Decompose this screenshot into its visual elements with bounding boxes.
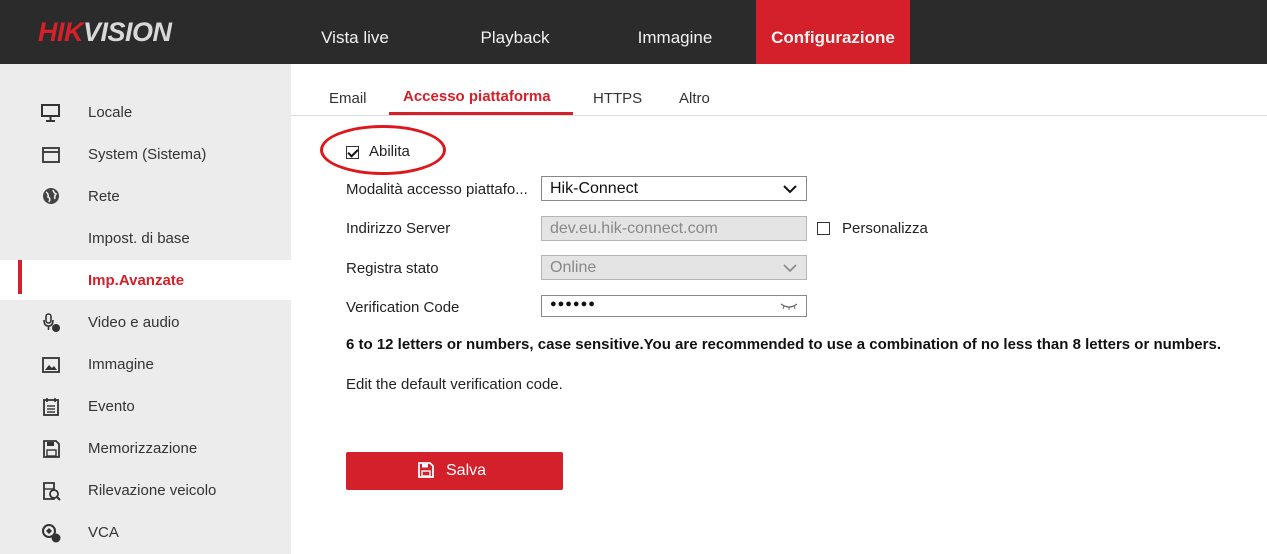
nav-vista-live[interactable]: Vista live — [300, 0, 410, 64]
save-button[interactable]: Salva — [346, 452, 563, 490]
tab-https[interactable]: HTTPS — [593, 90, 642, 107]
window-icon — [42, 147, 60, 163]
tab-accesso-piattaforma[interactable]: Accesso piattaforma — [403, 88, 551, 105]
calendar-icon — [43, 398, 59, 416]
register-status-select[interactable]: Online — [541, 255, 807, 280]
sidebar-item-label: Evento — [88, 398, 135, 415]
vca-icon — [42, 524, 61, 543]
sidebar-item-memorizzazione[interactable]: Memorizzazione — [0, 428, 291, 468]
globe-icon — [43, 188, 59, 204]
top-navigation-bar: HIKVISION Vista live Playback Immagine C… — [0, 0, 1267, 64]
sidebar-item-evento[interactable]: Evento — [0, 386, 291, 426]
platform-mode-select[interactable]: Hik-Connect — [541, 176, 807, 201]
save-button-label: Salva — [446, 462, 487, 479]
eye-closed-icon[interactable] — [780, 301, 798, 311]
settings-tabs: Email Accesso piattaforma HTTPS Altro — [291, 64, 1267, 116]
custom-server-label: Personalizza — [842, 220, 928, 237]
nav-immagine[interactable]: Immagine — [620, 0, 730, 64]
sidebar-item-label: Rete — [88, 188, 120, 205]
active-indicator — [18, 260, 22, 294]
server-address-value: dev.eu.hik-connect.com — [550, 220, 718, 237]
sidebar-item-label: Immagine — [88, 356, 154, 373]
sidebar-item-label: Impost. di base — [88, 230, 190, 247]
server-address-field[interactable]: dev.eu.hik-connect.com — [541, 216, 807, 241]
sidebar-item-rete[interactable]: Rete — [0, 176, 291, 216]
sidebar-item-vca[interactable]: VCA — [0, 512, 291, 552]
verification-code-hint: 6 to 12 letters or numbers, case sensiti… — [346, 336, 1221, 353]
vehicle-search-icon — [43, 482, 61, 501]
save-disk-icon — [418, 462, 434, 478]
sidebar-item-system[interactable]: System (Sistema) — [0, 134, 291, 174]
chevron-down-icon — [783, 264, 797, 273]
verification-code-field[interactable]: ●●●●●● — [541, 295, 807, 317]
enable-label: Abilita — [369, 143, 410, 160]
sidebar-item-label: Imp.Avanzate — [88, 272, 185, 289]
verification-code-value: ●●●●●● — [550, 298, 596, 310]
hikvision-logo: HIKVISION — [38, 17, 172, 47]
sidebar-item-video-audio[interactable]: Video e audio — [0, 302, 291, 342]
platform-mode-label: Modalità accesso piattafo... — [346, 181, 528, 198]
nav-configurazione[interactable]: Configurazione — [756, 0, 910, 64]
chevron-down-icon — [783, 185, 797, 194]
server-address-label: Indirizzo Server — [346, 220, 451, 237]
edit-code-hint: Edit the default verification code. — [346, 376, 563, 393]
tab-email[interactable]: Email — [329, 90, 367, 107]
camera-mic-icon — [43, 313, 60, 332]
sidebar-item-rilevazione-veicolo[interactable]: Rilevazione veicolo — [0, 470, 291, 510]
sidebar-item-immagine[interactable]: Immagine — [0, 344, 291, 384]
save-disk-icon — [43, 440, 60, 458]
sidebar: Locale System (Sistema) Rete Impost. di … — [0, 64, 291, 554]
custom-server-checkbox[interactable] — [817, 222, 830, 235]
sidebar-item-label: Locale — [88, 104, 133, 121]
monitor-icon — [41, 104, 60, 122]
sidebar-item-label: Memorizzazione — [88, 440, 198, 457]
register-status-label: Registra stato — [346, 260, 439, 277]
enable-checkbox[interactable] — [346, 146, 359, 159]
image-icon — [42, 357, 60, 373]
register-status-value: Online — [550, 259, 597, 276]
sidebar-item-label: Video e audio — [88, 314, 180, 331]
sidebar-item-label: Rilevazione veicolo — [88, 482, 217, 499]
sidebar-item-imp-avanzate[interactable]: Imp.Avanzate — [0, 260, 291, 300]
nav-playback[interactable]: Playback — [460, 0, 570, 64]
sidebar-item-label: System (Sistema) — [88, 146, 207, 163]
sidebar-item-impost-base[interactable]: Impost. di base — [0, 218, 291, 258]
active-tab-underline — [389, 112, 573, 115]
platform-mode-value: Hik-Connect — [550, 180, 639, 197]
sidebar-item-locale[interactable]: Locale — [0, 92, 291, 132]
sidebar-item-label: VCA — [88, 524, 119, 541]
verification-code-label: Verification Code — [346, 299, 460, 316]
tab-altro[interactable]: Altro — [679, 90, 710, 107]
